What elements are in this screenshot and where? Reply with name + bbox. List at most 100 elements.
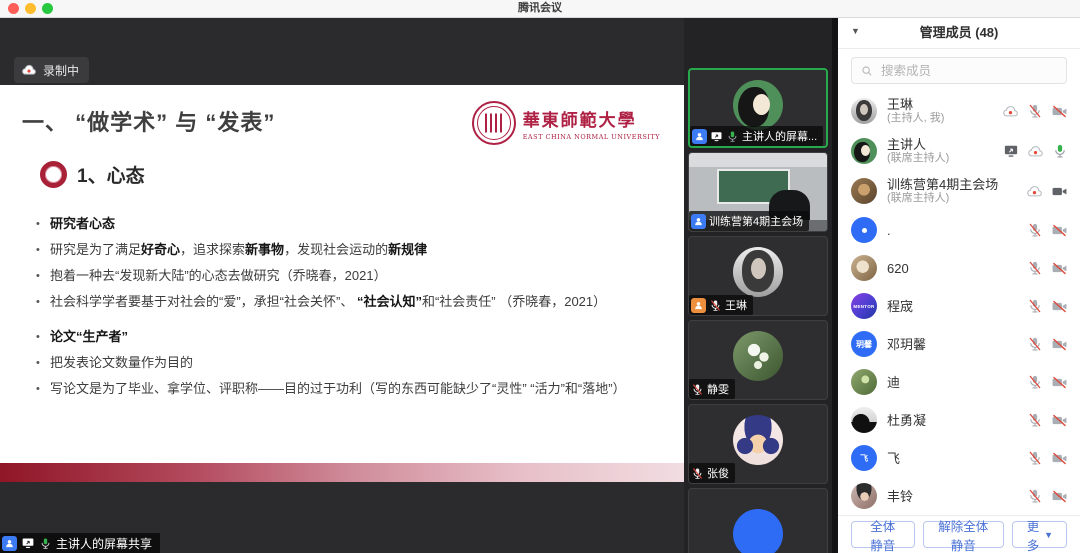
tile-label: 主讲人的屏幕... <box>690 126 823 146</box>
bullet-dot-icon: • <box>36 289 50 315</box>
member-row[interactable]: MENTOR程宬 <box>838 287 1080 325</box>
avatar <box>851 483 877 509</box>
avatar <box>851 178 877 204</box>
member-row[interactable]: 迪 <box>838 363 1080 401</box>
collapse-toggle-icon[interactable]: ▼ <box>851 26 860 36</box>
more-button[interactable]: 更多 ▼ <box>1012 521 1067 548</box>
avatar <box>851 407 877 433</box>
bullet-dot-icon: • <box>36 376 50 402</box>
ring-bullet-icon <box>40 161 67 188</box>
member-row[interactable]: 王琳(主持人, 我) <box>838 91 1080 131</box>
share-label-text: 主讲人的屏幕共享 <box>56 535 152 552</box>
member-role: (主持人, 我) <box>887 112 1002 125</box>
members-footer: 全体静音 解除全体静音 更多 ▼ <box>838 515 1080 553</box>
cam-off-icon[interactable] <box>1051 222 1068 239</box>
cloud-rec-icon[interactable] <box>1027 143 1044 160</box>
tile-label: 静雯 <box>689 379 735 399</box>
member-search[interactable] <box>851 57 1067 84</box>
member-row[interactable]: . <box>838 211 1080 249</box>
titlebar: 腾讯会议 <box>0 0 1080 18</box>
bullet-dot-icon: • <box>36 324 50 350</box>
recording-badge[interactable]: 录制中 <box>14 57 89 83</box>
member-role: (联席主持人) <box>887 192 1026 205</box>
cam-off-icon[interactable] <box>1051 450 1068 467</box>
cloud-rec-icon[interactable] <box>1026 183 1043 200</box>
screen-dark-icon[interactable] <box>1003 143 1019 159</box>
member-row[interactable]: 620 <box>838 249 1080 287</box>
cam-off-icon[interactable] <box>1051 103 1068 120</box>
share-source-label: 主讲人的屏幕共享 <box>0 533 160 553</box>
avatar: MENTOR <box>851 293 877 319</box>
mic-off-icon[interactable] <box>1027 488 1043 504</box>
window-title: 腾讯会议 <box>0 0 1080 17</box>
member-row[interactable]: 杜勇凝 <box>838 401 1080 439</box>
tile-name-label: 训练营第4期主会场 <box>709 213 803 229</box>
unmute-all-button[interactable]: 解除全体静音 <box>923 521 1004 548</box>
slide-section-heading: 1、心态 <box>40 161 145 188</box>
members-panel-title: 管理成员 (48) <box>838 17 1080 48</box>
mic-off-icon[interactable] <box>1027 298 1043 314</box>
avatar <box>851 369 877 395</box>
cloud-rec-icon[interactable] <box>1002 103 1019 120</box>
video-tile[interactable]: 主讲人的屏幕... <box>688 68 828 148</box>
tile-name-label: 张俊 <box>707 465 729 481</box>
member-row[interactable]: 训练营第4期主会场(联席主持人) <box>838 171 1080 211</box>
slide-title: 一、 “做学术” 与 “发表” <box>22 105 275 137</box>
avatar <box>851 217 877 243</box>
member-name: 飞 <box>887 451 1027 466</box>
search-input[interactable] <box>879 63 1058 79</box>
video-tile[interactable]: 张俊 <box>688 404 828 484</box>
recording-label: 录制中 <box>43 62 79 79</box>
member-row[interactable]: 玥馨邓玥馨 <box>838 325 1080 363</box>
member-row[interactable]: 飞飞 <box>838 439 1080 477</box>
search-icon <box>860 64 874 78</box>
mic-off-icon[interactable] <box>1027 374 1043 390</box>
cam-off-icon[interactable] <box>1051 488 1068 505</box>
video-tile[interactable] <box>688 488 828 553</box>
member-name: 620 <box>887 261 1027 276</box>
shared-slide: 一、 “做学术” 与 “发表” 華東師範大學 EAST CHINA NORMAL… <box>0 85 684 482</box>
tile-label: 王琳 <box>689 295 753 315</box>
ecnu-logo: 華東師範大學 EAST CHINA NORMAL UNIVERSITY <box>472 101 660 145</box>
member-name: 王琳 <box>887 97 1002 112</box>
member-name: 杜勇凝 <box>887 413 1027 428</box>
mic-off-white-icon <box>691 383 704 396</box>
screen-white-icon <box>710 130 723 143</box>
mic-off-icon[interactable] <box>1027 260 1043 276</box>
cam-off-icon[interactable] <box>1051 374 1068 391</box>
cloud-recording-icon <box>21 62 37 78</box>
video-tile[interactable]: 训练营第4期主会场 <box>688 152 828 232</box>
video-tile[interactable]: 静雯 <box>688 320 828 400</box>
tile-name-label: 静雯 <box>707 381 729 397</box>
member-badge-icon <box>691 214 706 229</box>
mic-off-icon[interactable] <box>1027 222 1043 238</box>
cam-off-icon[interactable] <box>1051 260 1068 277</box>
mic-off-icon[interactable] <box>1027 450 1043 466</box>
bullet-group: •论文“生产者”•把发表论文数量作为目的•写论文是为了毕业、拿学位、评职称——目… <box>36 324 654 402</box>
member-row[interactable]: 主讲人(联席主持人) <box>838 131 1080 171</box>
mic-on-icon[interactable] <box>1052 143 1068 159</box>
members-panel: ▼ 管理成员 (48) 王琳(主持人, 我)主讲人(联席主持人)训练营第4期主会… <box>838 17 1080 553</box>
video-tile[interactable]: 王琳 <box>688 236 828 316</box>
member-list: 王琳(主持人, 我)主讲人(联席主持人)训练营第4期主会场(联席主持人).620… <box>838 91 1080 515</box>
screen-share-icon <box>21 536 35 550</box>
mic-off-icon[interactable] <box>1027 103 1043 119</box>
avatar <box>733 331 783 381</box>
bullet-dot-icon: • <box>36 350 50 376</box>
mic-off-icon[interactable] <box>1027 412 1043 428</box>
avatar: 玥馨 <box>851 331 877 357</box>
avatar: 飞 <box>851 445 877 471</box>
member-row[interactable]: 丰铃 <box>838 477 1080 515</box>
avatar <box>733 509 783 553</box>
mic-off-icon[interactable] <box>1027 336 1043 352</box>
bullet-dot-icon: • <box>36 237 50 263</box>
cam-off-icon[interactable] <box>1051 336 1068 353</box>
cam-off-icon[interactable] <box>1051 298 1068 315</box>
cam-on-icon[interactable] <box>1051 183 1068 200</box>
video-strip: 主讲人的屏幕... 训练营第4期主会场王琳静雯张俊 <box>684 17 832 553</box>
mute-all-button[interactable]: 全体静音 <box>851 521 915 548</box>
cam-off-icon[interactable] <box>1051 412 1068 429</box>
member-badge-icon <box>691 298 706 313</box>
slide-bottom-gradient <box>0 463 684 482</box>
slide-bullet: •写论文是为了毕业、拿学位、评职称——目的过于功利（写的东西可能缺少了“灵性” … <box>36 376 654 402</box>
